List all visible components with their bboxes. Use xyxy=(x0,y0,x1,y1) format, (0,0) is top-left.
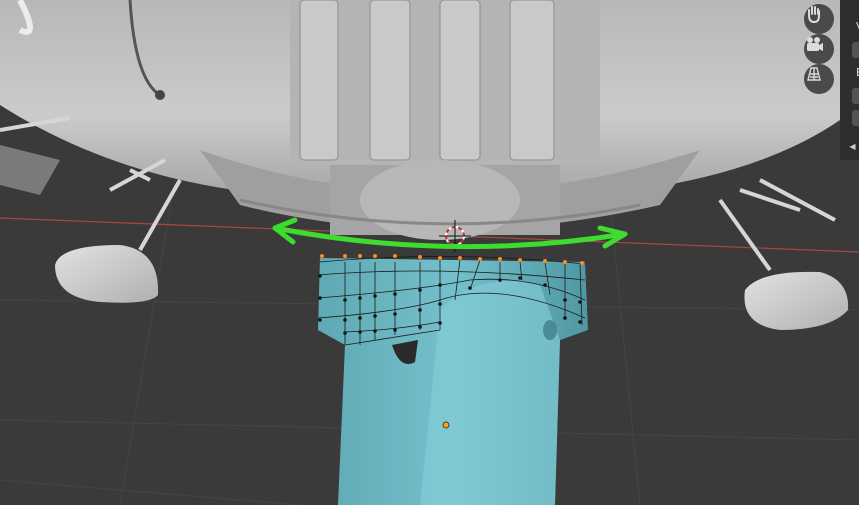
3d-viewport[interactable] xyxy=(0,0,859,505)
sidebar-field[interactable] xyxy=(852,42,859,58)
sidebar-panel[interactable]: V E xyxy=(840,0,859,160)
viewport-canvas[interactable] xyxy=(0,0,859,505)
sidebar-field[interactable] xyxy=(852,88,859,104)
sidebar-toggle-button[interactable]: ◀ xyxy=(846,140,859,154)
hand-icon xyxy=(808,6,820,24)
lander-body[interactable] xyxy=(0,0,840,240)
foot-pad-left[interactable] xyxy=(0,145,60,195)
object-origin[interactable] xyxy=(442,421,450,429)
selected-mesh[interactable] xyxy=(318,258,588,505)
landing-pod-left[interactable] xyxy=(55,245,159,303)
sidebar-field[interactable] xyxy=(852,110,859,126)
camera-view-button[interactable] xyxy=(804,34,834,64)
pan-view-button[interactable] xyxy=(804,4,834,34)
camera-icon xyxy=(807,37,823,51)
grid-icon xyxy=(807,67,821,81)
perspective-toggle-button[interactable] xyxy=(804,64,834,94)
landing-leg-right[interactable] xyxy=(718,178,836,272)
landing-pod-right[interactable] xyxy=(744,271,849,330)
